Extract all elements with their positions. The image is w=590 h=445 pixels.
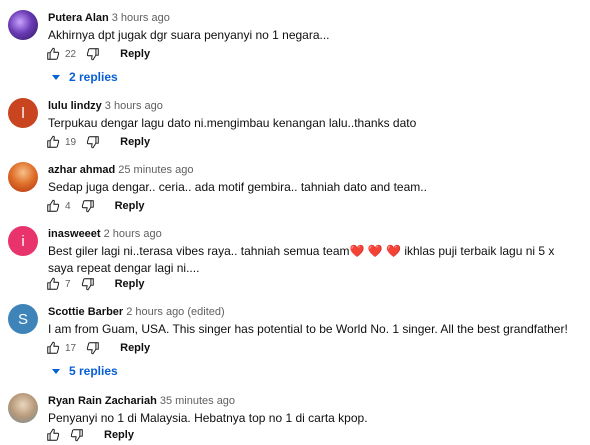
reply-button[interactable]: Reply <box>115 200 145 212</box>
thumb-down-icon[interactable] <box>86 341 100 355</box>
caret-down-icon <box>52 368 60 374</box>
avatar[interactable]: i <box>8 226 38 256</box>
comment-actions: 4 Reply <box>46 196 145 216</box>
like-count: 19 <box>65 136 77 148</box>
comment-text: Sedap juga dengar.. ceria.. ada motif ge… <box>48 180 427 194</box>
avatar[interactable] <box>8 162 38 192</box>
thumb-up-icon[interactable] <box>46 135 60 149</box>
comment-time[interactable]: 35 minutes ago <box>160 395 235 407</box>
like-count: 17 <box>65 342 77 354</box>
comment-header: Scottie Barber 2 hours ago (edited) <box>48 306 225 318</box>
reply-button[interactable]: Reply <box>120 136 150 148</box>
avatar-letter: i <box>21 232 25 250</box>
caret-down-icon <box>52 74 60 80</box>
comment-time[interactable]: 2 hours ago <box>104 228 162 240</box>
replies-count: 5 replies <box>69 364 118 378</box>
author-name[interactable]: Putera Alan <box>48 12 109 24</box>
comment-actions: 19 Reply <box>46 132 150 152</box>
comment-actions: 22 Reply <box>46 44 150 64</box>
avatar[interactable]: S <box>8 304 38 334</box>
comment-text: Best giler lagi ni..terasa vibes raya.. … <box>48 243 562 277</box>
avatar[interactable] <box>8 393 38 423</box>
author-name[interactable]: lulu lindzy <box>48 100 102 112</box>
like-count: 7 <box>65 278 71 290</box>
comment-text: Terpukau dengar lagu dato ni.mengimbau k… <box>48 116 417 130</box>
thumb-up-icon[interactable] <box>46 428 60 442</box>
author-name[interactable]: inasweeet <box>48 228 101 240</box>
comment-header: Putera Alan 3 hours ago <box>48 12 170 24</box>
reply-button[interactable]: Reply <box>120 342 150 354</box>
comment-actions: 7 Reply <box>46 274 145 294</box>
thumb-down-icon[interactable] <box>81 277 95 291</box>
comment-header: azhar ahmad 25 minutes ago <box>48 164 193 176</box>
reply-button[interactable]: Reply <box>115 278 145 290</box>
comment-text-part: Best giler lagi ni..terasa vibes raya.. … <box>48 244 350 258</box>
like-count: 22 <box>65 48 77 60</box>
heart-emoji: ❤️ ❤️ ❤️ <box>349 244 402 258</box>
comment-header: lulu lindzy 3 hours ago <box>48 100 163 112</box>
thumb-up-icon[interactable] <box>46 199 60 213</box>
comment-actions: 17 Reply <box>46 338 150 358</box>
thumb-down-icon[interactable] <box>86 135 100 149</box>
author-name[interactable]: Scottie Barber <box>48 306 123 318</box>
comment-time[interactable]: 2 hours ago (edited) <box>126 306 224 318</box>
avatar-letter: l <box>21 104 25 122</box>
comment-header: inasweeet 2 hours ago <box>48 228 162 240</box>
comment-time[interactable]: 3 hours ago <box>105 100 163 112</box>
thumb-down-icon[interactable] <box>86 47 100 61</box>
view-replies-button[interactable]: 5 replies <box>52 364 118 378</box>
thumb-up-icon[interactable] <box>46 277 60 291</box>
comment-time[interactable]: 3 hours ago <box>112 12 170 24</box>
avatar[interactable] <box>8 10 38 40</box>
view-replies-button[interactable]: 2 replies <box>52 70 118 84</box>
comment-header: Ryan Rain Zachariah 35 minutes ago <box>48 395 235 407</box>
reply-button[interactable]: Reply <box>104 429 134 441</box>
comment-time[interactable]: 25 minutes ago <box>118 164 193 176</box>
comment-actions: Reply <box>46 425 134 445</box>
replies-count: 2 replies <box>69 70 118 84</box>
reply-button[interactable]: Reply <box>120 48 150 60</box>
thumb-down-icon[interactable] <box>81 199 95 213</box>
thumb-up-icon[interactable] <box>46 341 60 355</box>
comment-text: Akhirnya dpt jugak dgr suara penyanyi no… <box>48 28 330 42</box>
comment-text: I am from Guam, USA. This singer has pot… <box>48 322 568 336</box>
avatar[interactable]: l <box>8 98 38 128</box>
author-name[interactable]: azhar ahmad <box>48 164 115 176</box>
thumb-up-icon[interactable] <box>46 47 60 61</box>
like-count: 4 <box>65 200 71 212</box>
avatar-letter: S <box>17 310 28 328</box>
thumb-down-icon[interactable] <box>70 428 84 442</box>
author-name[interactable]: Ryan Rain Zachariah <box>48 395 157 407</box>
